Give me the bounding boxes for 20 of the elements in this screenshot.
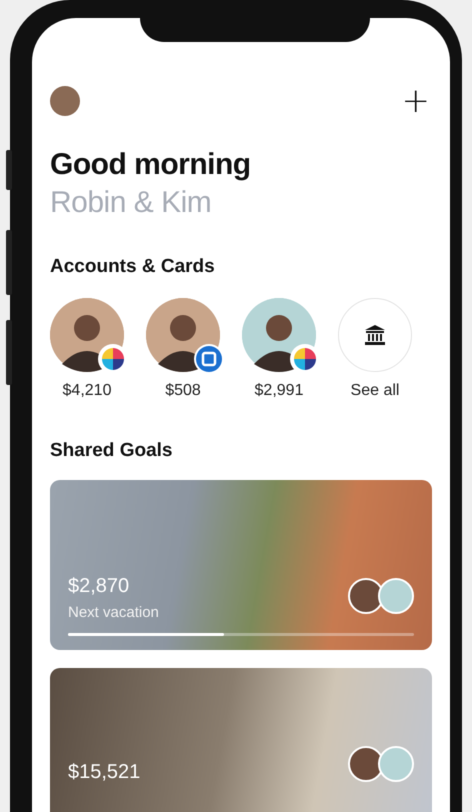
section-title: Shared Goals (50, 440, 174, 462)
account-balance: $2,991 (254, 382, 304, 400)
account-balance: $4,210 (62, 382, 112, 400)
bank-logo-icon (196, 346, 222, 372)
account-balance: $508 (165, 382, 201, 400)
section-title: Accounts & Cards (50, 256, 216, 278)
bank-icon (364, 324, 386, 346)
add-button[interactable]: + (400, 84, 432, 118)
goal-amount: $15,521 (68, 761, 140, 784)
goal-amount: $2,870 (68, 575, 130, 598)
names-subtitle: Robin & Kim (50, 186, 212, 220)
goal-name: Next vacation (68, 604, 159, 621)
member-avatar (378, 578, 414, 614)
see-all-label: See all (350, 382, 400, 400)
pie-chart-icon (102, 348, 124, 370)
pie-chart-icon (294, 348, 316, 370)
greeting-title: Good morning (50, 148, 252, 182)
goal-card[interactable]: $15,521 (50, 668, 432, 812)
profile-avatar[interactable] (50, 86, 80, 116)
member-avatar (378, 746, 414, 782)
